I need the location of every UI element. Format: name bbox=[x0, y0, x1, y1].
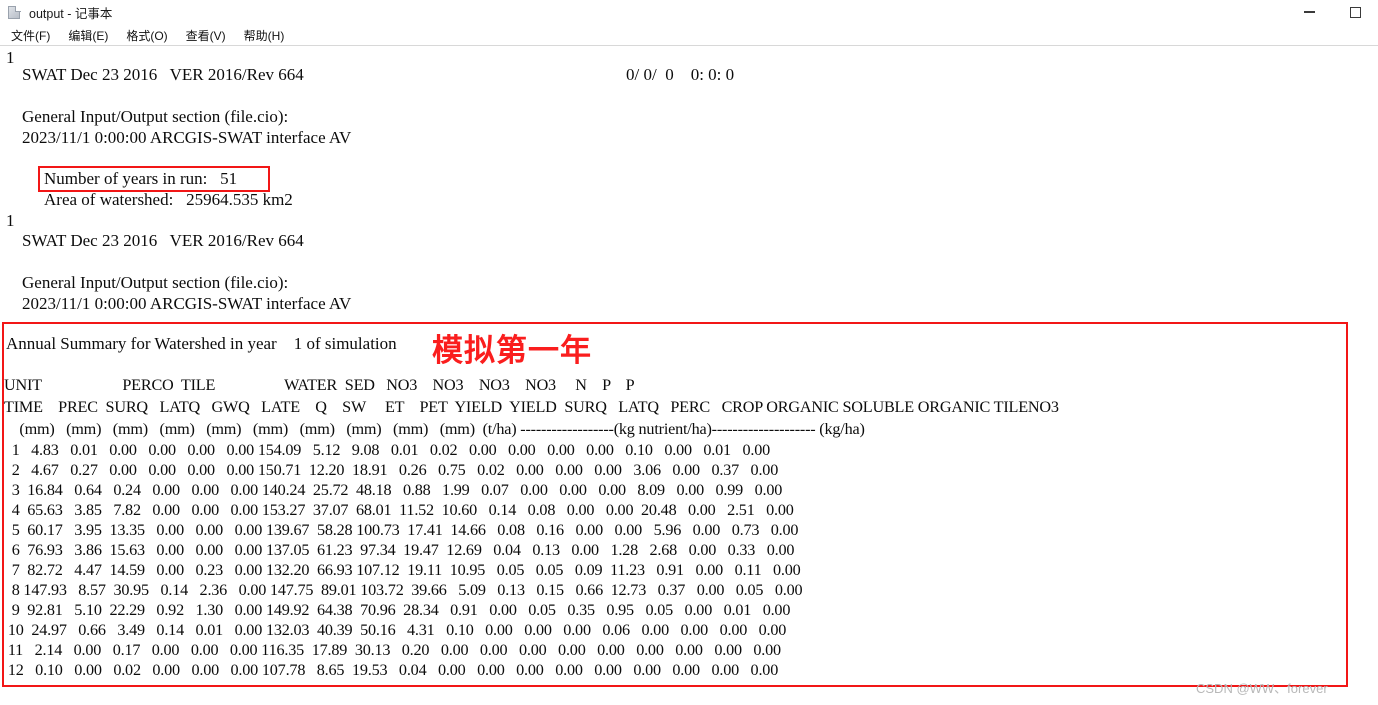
table-row: 12 0.10 0.00 0.02 0.00 0.00 0.00 107.78 … bbox=[4, 661, 779, 679]
years-in-run-text: Number of years in run: 51 bbox=[44, 169, 238, 188]
table-row: 5 60.17 3.95 13.35 0.00 0.00 0.00 139.67… bbox=[4, 521, 799, 539]
table-row: 10 24.97 0.66 3.49 0.14 0.01 0.00 132.03… bbox=[4, 621, 787, 639]
table-row: 7 82.72 4.47 14.59 0.00 0.23 0.00 132.20… bbox=[4, 561, 801, 579]
menu-bar: 文件(F) 编辑(E) 格式(O) 查看(V) 帮助(H) bbox=[0, 25, 1378, 45]
table-row: 11 2.14 0.00 0.17 0.00 0.00 0.00 116.35 … bbox=[4, 641, 781, 659]
table-header-row-2: TIME PREC SURQ LATQ GWQ LATE Q SW ET PET… bbox=[4, 398, 1059, 416]
menu-item-view[interactable]: 查看(V) bbox=[177, 27, 235, 44]
table-row: 8 147.93 8.57 30.95 0.14 2.36 0.00 147.7… bbox=[4, 581, 803, 599]
minimize-icon bbox=[1303, 11, 1315, 13]
swat-version-line-1: SWAT Dec 23 2016 VER 2016/Rev 664 bbox=[22, 65, 304, 84]
table-row: 9 92.81 5.10 22.29 0.92 1.30 0.00 149.92… bbox=[4, 601, 791, 619]
title-bar: output - 记事本 bbox=[0, 0, 1378, 24]
table-header-row-1: UNIT PERCO TILE WATER SED NO3 NO3 NO3 NO… bbox=[4, 376, 635, 394]
table-row: 6 76.93 3.86 15.63 0.00 0.00 0.00 137.05… bbox=[4, 541, 795, 559]
text-editor-area[interactable]: 1 SWAT Dec 23 2016 VER 2016/Rev 664 0/ 0… bbox=[0, 46, 1378, 705]
page-break-marker-2: 1 bbox=[6, 211, 15, 230]
general-io-title-1: General Input/Output section (file.cio): bbox=[22, 107, 289, 126]
menu-item-format[interactable]: 格式(O) bbox=[117, 27, 176, 44]
table-row: 4 65.63 3.85 7.82 0.00 0.00 0.00 153.27 … bbox=[4, 501, 794, 519]
general-io-date-2: 2023/11/1 0:00:00 ARCGIS-SWAT interface … bbox=[22, 294, 352, 313]
page-break-marker-1: 1 bbox=[6, 48, 15, 67]
maximize-button[interactable] bbox=[1332, 0, 1378, 24]
watermark: CSDN @WW、forever bbox=[1196, 681, 1328, 696]
general-io-title-2: General Input/Output section (file.cio): bbox=[22, 273, 289, 292]
minimize-button[interactable] bbox=[1286, 0, 1332, 24]
area-of-watershed-text: Area of watershed: 25964.535 km2 bbox=[44, 190, 293, 209]
maximize-icon bbox=[1349, 6, 1361, 18]
annual-summary-title: Annual Summary for Watershed in year 1 o… bbox=[6, 334, 397, 353]
notepad-icon bbox=[8, 5, 22, 20]
general-io-date-1: 2023/11/1 0:00:00 ARCGIS-SWAT interface … bbox=[22, 128, 352, 147]
table-row: 2 4.67 0.27 0.00 0.00 0.00 0.00 150.71 1… bbox=[4, 461, 779, 479]
window-title: output - 记事本 bbox=[29, 6, 113, 21]
swat-version-line-2: SWAT Dec 23 2016 VER 2016/Rev 664 bbox=[22, 231, 304, 250]
menu-item-edit[interactable]: 编辑(E) bbox=[59, 27, 117, 44]
annotation-first-simulation-year: 模拟第一年 bbox=[432, 333, 592, 369]
table-row: 3 16.84 0.64 0.24 0.00 0.00 0.00 140.24 … bbox=[4, 481, 783, 499]
table-header-units-row: (mm) (mm) (mm) (mm) (mm) (mm) (mm) (mm) … bbox=[4, 420, 865, 438]
table-row: 1 4.83 0.01 0.00 0.00 0.00 0.00 154.09 5… bbox=[4, 441, 771, 459]
menu-item-file[interactable]: 文件(F) bbox=[2, 27, 59, 44]
menu-item-help[interactable]: 帮助(H) bbox=[235, 27, 294, 44]
swat-timestamp-1: 0/ 0/ 0 0: 0: 0 bbox=[626, 65, 735, 84]
